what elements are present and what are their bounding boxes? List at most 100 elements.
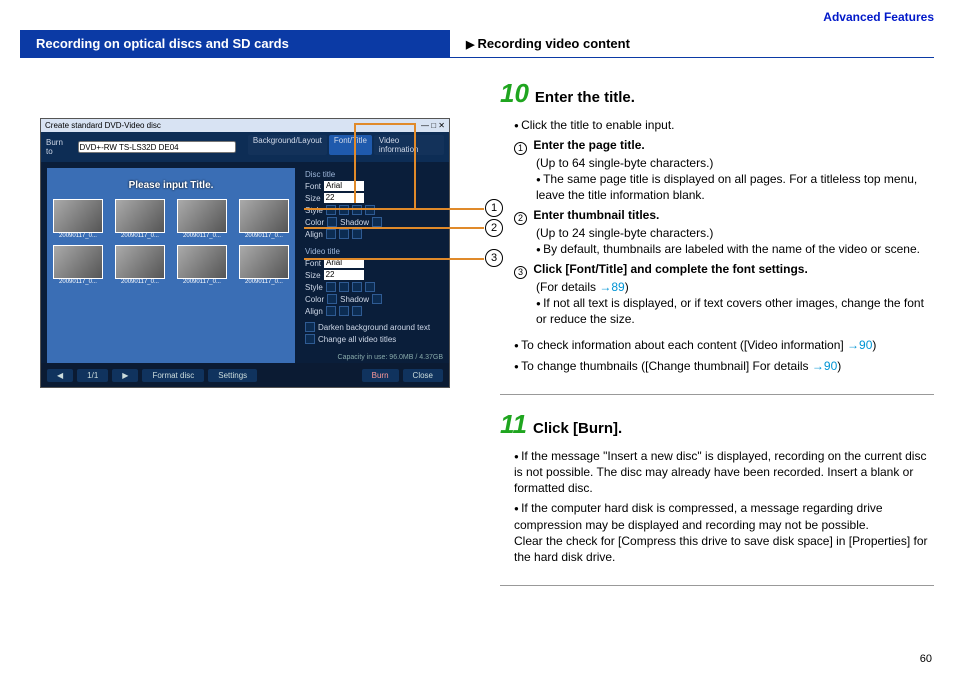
style-italic[interactable]	[339, 205, 349, 215]
callout-3: 3	[485, 249, 503, 267]
align-l2[interactable]	[326, 306, 336, 316]
darken-label: Darken background around text	[318, 323, 430, 332]
color-pick2[interactable]	[327, 294, 337, 304]
thumbnail[interactable]	[115, 199, 165, 233]
thumbnail-label: 20090117_0...	[115, 233, 165, 239]
align-left[interactable]	[326, 229, 336, 239]
preview-pane: Please input Title. 20090117_0... 200901…	[47, 168, 295, 374]
step-11: 11 Click [Burn]. If the message "Insert …	[500, 409, 934, 565]
step-number: 11	[500, 409, 527, 440]
burn-to-row: Burn to Background/Layout Font/Title Vid…	[41, 132, 449, 162]
video-title-section: Video title	[305, 247, 445, 256]
align-label: Align	[305, 230, 323, 239]
burn-button[interactable]: Burn	[362, 369, 399, 382]
darken-check[interactable]	[305, 322, 315, 332]
align-c2[interactable]	[339, 306, 349, 316]
style-bold[interactable]	[326, 205, 336, 215]
link-90a[interactable]: →90	[847, 338, 872, 352]
preview-title[interactable]: Please input Title.	[47, 180, 295, 191]
app-titlebar: Create standard DVD-Video disc — □ ✕	[41, 119, 449, 132]
font-select[interactable]: Arial	[324, 181, 364, 191]
separator	[500, 585, 934, 586]
callout-2: 2	[485, 219, 503, 237]
step11-b1: If the message "Insert a new disc" is di…	[514, 448, 934, 497]
callout-line	[304, 208, 484, 210]
circled-3-icon: 3	[514, 266, 527, 279]
thumbnail-label: 20090117_0...	[115, 279, 165, 285]
tail2-a: To change thumbnails ([Change thumbnail]…	[521, 359, 812, 373]
size-select2[interactable]: 22	[324, 270, 364, 280]
style-s2[interactable]	[365, 282, 375, 292]
thumbnail-label: 20090117_0...	[177, 279, 227, 285]
step-title: Click [Burn].	[533, 420, 622, 437]
thumbnail[interactable]	[53, 245, 103, 279]
tab-background[interactable]: Background/Layout	[248, 135, 327, 155]
page-number: 60	[920, 653, 932, 665]
sub1-label: Enter the page title.	[533, 138, 644, 152]
tail1-a: To check information about each content …	[521, 338, 847, 352]
sub1-bullet: The same page title is displayed on all …	[536, 171, 934, 203]
burn-to-label: Burn to	[46, 138, 72, 156]
link-89[interactable]: →89	[599, 280, 624, 294]
sub3-label: Click [Font/Title] and complete the font…	[533, 262, 807, 276]
close-button[interactable]: Close	[403, 369, 443, 382]
tail1-b: )	[872, 338, 876, 352]
align-center[interactable]	[339, 229, 349, 239]
separator	[500, 394, 934, 395]
app-screenshot: Create standard DVD-Video disc — □ ✕ Bur…	[40, 118, 450, 388]
sub2-note: (Up to 24 single-byte characters.)	[536, 226, 713, 240]
nav-page: 1/1	[77, 369, 108, 382]
style-strike[interactable]	[365, 205, 375, 215]
tab-font-title[interactable]: Font/Title	[329, 135, 372, 155]
burn-to-field[interactable]	[78, 141, 236, 153]
header-left: Recording on optical discs and SD cards	[20, 30, 450, 57]
step11-b2-sub: Clear the check for [Compress this drive…	[514, 534, 928, 564]
thumbnail[interactable]	[177, 245, 227, 279]
step-10: 10 Enter the title. Click the title to e…	[500, 78, 934, 374]
thumbnail[interactable]	[177, 199, 227, 233]
step11-b2-text: If the computer hard disk is compressed,…	[514, 501, 883, 531]
style-b2[interactable]	[326, 282, 336, 292]
size-label: Size	[305, 271, 321, 280]
step10-tail2: To change thumbnails ([Change thumbnail]…	[514, 358, 934, 374]
step-number: 10	[500, 78, 529, 109]
style-label: Style	[305, 283, 323, 292]
link-90b[interactable]: →90	[812, 359, 837, 373]
align-right[interactable]	[352, 229, 362, 239]
shadow-pick2[interactable]	[372, 294, 382, 304]
shadow-label: Shadow	[340, 295, 369, 304]
step10-sub2: 2 Enter thumbnail titles. (Up to 24 sing…	[514, 207, 934, 257]
change-all-check[interactable]	[305, 334, 315, 344]
tab-video-info[interactable]: Video information	[374, 135, 444, 155]
step10-sub1: 1 Enter the page title. (Up to 64 single…	[514, 137, 934, 203]
window-title: Create standard DVD-Video disc	[45, 121, 161, 130]
style-i2[interactable]	[339, 282, 349, 292]
thumbnail-label: 20090117_0...	[239, 233, 289, 239]
shadow-pick[interactable]	[372, 217, 382, 227]
callout-1: 1	[485, 199, 503, 217]
color-pick[interactable]	[327, 217, 337, 227]
thumbnail[interactable]	[239, 245, 289, 279]
tail2-b: )	[837, 359, 841, 373]
nav-prev[interactable]: ◀	[47, 369, 73, 382]
step11-b2: If the computer hard disk is compressed,…	[514, 500, 934, 565]
step-title: Enter the title.	[535, 89, 635, 106]
style-underline[interactable]	[352, 205, 362, 215]
settings-button[interactable]: Settings	[208, 369, 257, 382]
thumbnail[interactable]	[115, 245, 165, 279]
style-u2[interactable]	[352, 282, 362, 292]
format-disc-button[interactable]: Format disc	[142, 369, 204, 382]
nav-next[interactable]: ▶	[112, 369, 138, 382]
align-r2[interactable]	[352, 306, 362, 316]
shadow-label: Shadow	[340, 218, 369, 227]
category-header: Advanced Features	[20, 10, 934, 24]
thumbnail[interactable]	[53, 199, 103, 233]
thumbnail-label: 20090117_0...	[177, 233, 227, 239]
circled-2-icon: 2	[514, 212, 527, 225]
style-label: Style	[305, 206, 323, 215]
disc-title-section: Disc title	[305, 170, 445, 179]
size-select[interactable]: 22	[324, 193, 364, 203]
sub2-label: Enter thumbnail titles.	[533, 208, 659, 222]
callout-line	[414, 123, 416, 208]
thumbnail[interactable]	[239, 199, 289, 233]
